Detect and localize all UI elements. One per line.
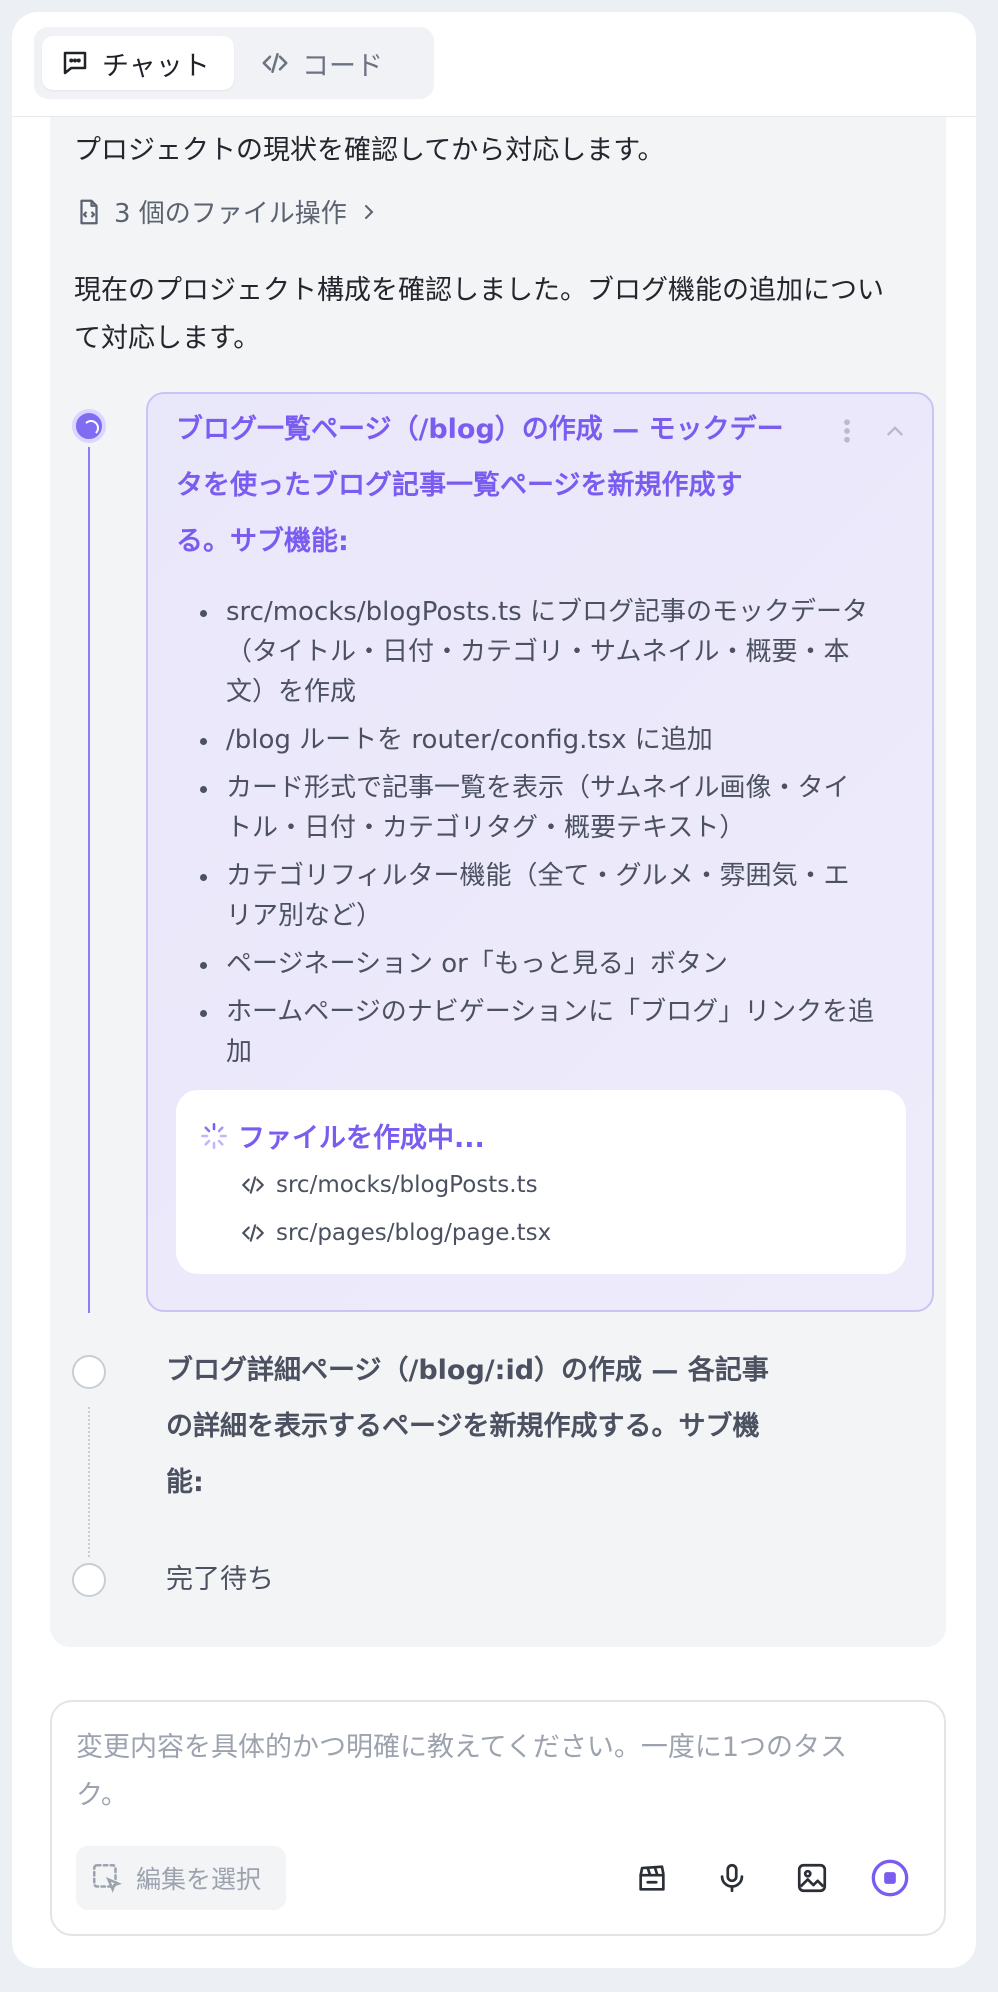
clapperboard-icon xyxy=(639,1865,665,1891)
creating-label: ファイルを作成中... xyxy=(238,1123,485,1154)
list-item: src/mocks/blogPosts.ts にブログ記事のモックデータ （タイ… xyxy=(200,592,900,712)
file-item[interactable]: src/mocks/blogPosts.ts xyxy=(240,1172,538,1198)
placeholder-line: 変更内容を具体的かつ明確に教えてください。一度に1つのタス xyxy=(76,1732,848,1763)
task-title-line: ブログ詳細ページ（/blog/:id）の作成 — 各記事 xyxy=(166,1355,769,1386)
message-composer[interactable]: 変更内容を具体的かつ明確に教えてください。一度に1つのタス ク。 編集を選択 xyxy=(50,1700,946,1936)
message-input-placeholder[interactable]: 変更内容を具体的かつ明確に教えてください。一度に1つのタス ク。 xyxy=(76,1724,916,1820)
image-upload-button[interactable] xyxy=(792,1858,832,1898)
image-icon xyxy=(797,1863,827,1893)
task-card-blog-list[interactable]: ブログ一覧ページ（/blog）の作成 — モックデー タを使ったブログ記事一覧ペ… xyxy=(146,392,934,1312)
code-icon xyxy=(242,1224,264,1242)
creating-files-heading: ファイルを作成中... xyxy=(200,1116,485,1155)
mode-tabbar: チャット コード xyxy=(34,27,434,99)
task-title-line: タを使ったブログ記事一覧ページを新規作成す xyxy=(176,470,743,501)
select-edit-button[interactable]: 編集を選択 xyxy=(76,1846,286,1910)
task-title: ブログ一覧ページ（/blog）の作成 — モックデー タを使ったブログ記事一覧ペ… xyxy=(176,402,816,570)
chat-icon xyxy=(63,51,87,75)
file-ops-toggle[interactable]: 3 個のファイル操作 xyxy=(74,193,381,230)
conversation-panel: プロジェクトの現状を確認してから対応します。 3 個のファイル操作 現在のプロジ… xyxy=(50,117,946,1647)
task-blog-detail[interactable]: ブログ詳細ページ（/blog/:id）の作成 — 各記事 の詳細を表示するページ… xyxy=(166,1343,806,1511)
file-path: src/pages/blog/page.tsx xyxy=(276,1220,552,1246)
chevron-right-icon xyxy=(364,204,374,219)
task-title-line: 能: xyxy=(166,1467,204,1498)
code-icon xyxy=(262,53,288,73)
chevron-up-icon[interactable] xyxy=(882,418,908,444)
list-item: ホームページのナビゲーションに「ブログ」リンクを追 加 xyxy=(200,992,900,1072)
timeline-line-pending xyxy=(88,1407,90,1557)
task-title-line: る。サブ機能: xyxy=(176,526,349,557)
assistant-summary: 現在のプロジェクト構成を確認しました。ブログ機能の追加につい て対応します。 xyxy=(74,267,934,363)
file-item[interactable]: src/pages/blog/page.tsx xyxy=(240,1220,551,1246)
task-status-pending-icon xyxy=(72,1563,106,1597)
stop-icon xyxy=(871,1859,909,1897)
stop-button[interactable] xyxy=(870,1858,910,1898)
tab-chat[interactable]: チャット xyxy=(42,36,234,90)
list-item: カテゴリフィルター機能（全て・グルメ・雰囲気・エ リア別など） xyxy=(200,856,900,936)
summary-line-1: 現在のプロジェクト構成を確認しました。ブログ機能の追加につい xyxy=(74,275,884,306)
timeline-line-active xyxy=(88,447,90,1313)
tab-code[interactable]: コード xyxy=(242,36,418,90)
code-icon xyxy=(242,1176,264,1194)
loading-spinner-icon xyxy=(201,1122,227,1149)
file-code-icon xyxy=(80,199,98,224)
subtask-list: src/mocks/blogPosts.ts にブログ記事のモックデータ （タイ… xyxy=(200,592,900,1080)
more-vertical-icon[interactable] xyxy=(836,416,858,446)
tab-chat-label: チャット xyxy=(102,50,210,82)
list-item: /blog ルートを router/config.tsx に追加 xyxy=(200,720,900,760)
tab-code-label: コード xyxy=(302,50,383,82)
select-edit-label: 編集を選択 xyxy=(136,1865,262,1894)
file-ops-label: 3 個のファイル操作 xyxy=(114,199,347,229)
select-cursor-icon xyxy=(92,1863,122,1893)
assistant-intro: プロジェクトの現状を確認してから対応します。 xyxy=(74,135,665,166)
microphone-button[interactable] xyxy=(712,1858,752,1898)
task-status-pending-icon xyxy=(72,1355,106,1389)
task-waiting: 完了待ち xyxy=(166,1564,274,1595)
placeholder-line: ク。 xyxy=(76,1780,128,1811)
task-title-line: ブログ一覧ページ（/blog）の作成 — モックデー xyxy=(176,414,784,445)
list-item: ページネーション or「もっと見る」ボタン xyxy=(200,944,900,984)
summary-line-2: て対応します。 xyxy=(74,323,261,354)
app-window: チャット コード プロジェクトの現状を確認してから対応します。 3 個のファイル… xyxy=(12,12,976,1968)
clapperboard-button[interactable] xyxy=(632,1858,672,1898)
list-item: カード形式で記事一覧を表示（サムネイル画像・タイ トル・日付・カテゴリタグ・概要… xyxy=(200,768,900,848)
task-title-line: の詳細を表示するページを新規作成する。サブ機 xyxy=(166,1411,760,1442)
task-status-in-progress-icon xyxy=(72,409,106,443)
file-path: src/mocks/blogPosts.ts xyxy=(276,1172,538,1198)
microphone-icon xyxy=(720,1863,744,1893)
file-creation-status: ファイルを作成中... src/mocks/blogPosts.ts src/p… xyxy=(176,1090,906,1274)
